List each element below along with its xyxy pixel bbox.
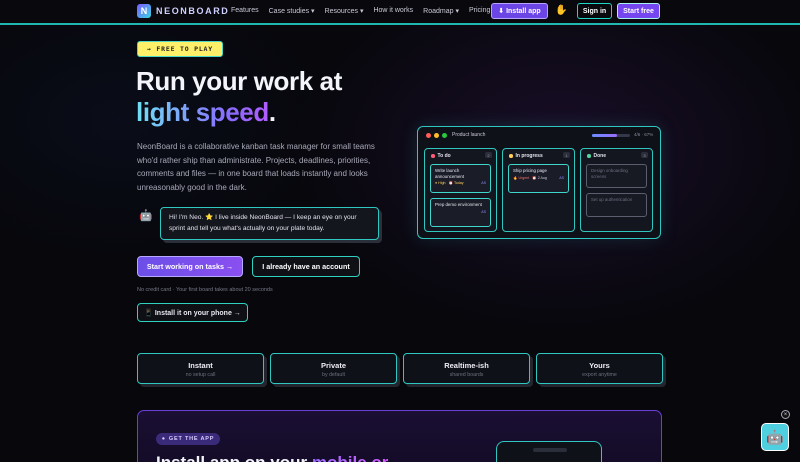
- due-tag: ⏰ 2 Aug: [532, 175, 547, 180]
- pointer-hand-icon: ✋: [555, 5, 568, 16]
- install-phone-button[interactable]: 📱 Install it on your phone →: [137, 303, 248, 322]
- hero-title-accent: light speed: [136, 97, 269, 127]
- free-to-play-badge: → FREE TO PLAY: [137, 41, 223, 57]
- robot-avatar-icon: 🤖: [139, 210, 153, 222]
- assignee-avatar: AS: [481, 209, 486, 214]
- feature-subtitle: no setup call: [185, 372, 216, 378]
- get-app-section: ● GET THE APP Install app on your mobile…: [137, 410, 662, 462]
- top-nav: N NEONBOARD Features Case studies ▾ Reso…: [0, 0, 800, 25]
- maximize-dot-icon: [442, 133, 447, 138]
- column-count-badge: 1: [563, 152, 570, 158]
- install-app-button[interactable]: ⬇ Install app: [491, 3, 548, 19]
- column-in-progress: In progress 1 Ship pricing page 🔥 Urgent…: [502, 148, 575, 232]
- task-title: Ship pricing page: [513, 168, 547, 173]
- nav-link-pricing[interactable]: Pricing: [469, 7, 490, 15]
- get-app-title-start: Install app on your: [156, 453, 312, 462]
- column-count-badge: 2: [485, 152, 492, 158]
- column-header: To do: [431, 153, 451, 159]
- nav-link-resources[interactable]: Resources ▾: [325, 7, 364, 15]
- column-count-badge: 3: [641, 152, 648, 158]
- column-header: Done: [587, 153, 606, 159]
- feature-title: Yours: [589, 361, 610, 370]
- task-title: Set up authentication: [591, 197, 633, 202]
- assistant-speech-bubble: Hi! I'm Neo. ⭐ I live inside NeonBoard —…: [160, 207, 379, 240]
- task-title: Design onboarding screens: [591, 168, 628, 179]
- hero-title: Run your work at light speed.: [136, 66, 342, 128]
- hero-description: NeonBoard is a collaborative kanban task…: [137, 142, 375, 192]
- robot-icon: 🤖: [766, 428, 784, 445]
- task-card[interactable]: Prep demo environment AS: [430, 198, 491, 227]
- task-title: Write launch announcement: [435, 168, 465, 179]
- status-dot-icon: [509, 154, 513, 158]
- column-header: In progress: [509, 153, 543, 159]
- minimize-dot-icon: [434, 133, 439, 138]
- assignee-avatar: AS: [481, 181, 486, 186]
- due-tag: ⏰ Today: [448, 181, 464, 186]
- feature-card-yours: Yours export anytime: [536, 353, 663, 384]
- assignee-avatar: AS: [559, 175, 564, 180]
- nav-link-features[interactable]: Features: [231, 7, 259, 15]
- get-app-title: Install app on your mobile or: [156, 453, 388, 462]
- hero-title-period: .: [268, 97, 276, 127]
- task-card[interactable]: Ship pricing page 🔥 Urgent ⏰ 2 Aug AS: [508, 164, 569, 193]
- column-todo: To do 2 Write launch announcement ● High…: [424, 148, 497, 232]
- status-dot-icon: [431, 154, 435, 158]
- get-app-badge: ● GET THE APP: [156, 433, 220, 445]
- nav-link-how-it-works[interactable]: How it works: [373, 7, 413, 15]
- task-card[interactable]: Design onboarding screens: [586, 164, 647, 188]
- phone-mockup: [496, 441, 602, 462]
- window-controls: [426, 133, 447, 138]
- feature-title: Private: [320, 361, 347, 370]
- feature-card-instant: Instant no setup call: [137, 353, 264, 384]
- board-progress-fill: [592, 134, 618, 137]
- feature-subtitle: shared boards: [449, 372, 484, 378]
- phone-notch: [533, 448, 567, 452]
- sign-in-button[interactable]: Sign in: [577, 3, 612, 19]
- hero-title-line1: Run your work at: [136, 66, 342, 96]
- feature-subtitle: by default: [322, 372, 345, 378]
- column-title: In progress: [515, 153, 543, 159]
- column-done: Done 3 Design onboarding screens Set up …: [580, 148, 653, 232]
- priority-tag: 🔥 Urgent: [513, 175, 530, 180]
- feature-subtitle: export anytime: [582, 372, 617, 378]
- cta-microcopy: No credit card · Your first board takes …: [137, 287, 273, 293]
- logo-mark-icon: N: [137, 4, 151, 18]
- feature-card-realtime: Realtime-ish shared boards: [403, 353, 530, 384]
- task-card[interactable]: Write launch announcement ● High ⏰ Today…: [430, 164, 491, 193]
- have-account-button[interactable]: I already have an account: [252, 256, 360, 277]
- feature-title: Instant: [188, 361, 213, 370]
- board-progress-text: 4/6 · 67%: [634, 132, 654, 137]
- badge-dot-icon: ●: [161, 436, 166, 442]
- nav-links: Features Case studies ▾ Resources ▾ How …: [231, 7, 490, 15]
- board-progress-bar: [592, 134, 630, 137]
- robot-assistant-button[interactable]: 🤖: [761, 423, 789, 451]
- logo[interactable]: N NEONBOARD: [137, 4, 229, 18]
- background-glow: [0, 0, 800, 462]
- logo-text: NEONBOARD: [156, 6, 230, 16]
- close-dot-icon: [426, 133, 431, 138]
- board-preview: Product launch 4/6 · 67% To do 2 Write l…: [417, 126, 661, 239]
- close-icon[interactable]: ×: [781, 410, 790, 419]
- column-title: To do: [437, 153, 451, 159]
- start-working-button[interactable]: Start working on tasks →: [137, 256, 243, 277]
- column-title: Done: [593, 153, 607, 159]
- board-title: Product launch: [452, 132, 486, 138]
- task-card[interactable]: Set up authentication: [586, 193, 647, 217]
- feature-title: Realtime-ish: [444, 361, 489, 370]
- start-free-button[interactable]: Start free: [617, 3, 660, 19]
- feature-card-private: Private by default: [270, 353, 397, 384]
- status-dot-icon: [587, 154, 591, 158]
- priority-tag: ● High: [435, 181, 446, 186]
- nav-link-roadmap[interactable]: Roadmap ▾: [423, 7, 459, 15]
- get-app-title-accent: mobile or: [312, 453, 389, 462]
- task-title: Prep demo environment: [435, 202, 482, 207]
- nav-link-case-studies[interactable]: Case studies ▾: [269, 7, 315, 15]
- get-app-badge-label: GET THE APP: [168, 436, 215, 442]
